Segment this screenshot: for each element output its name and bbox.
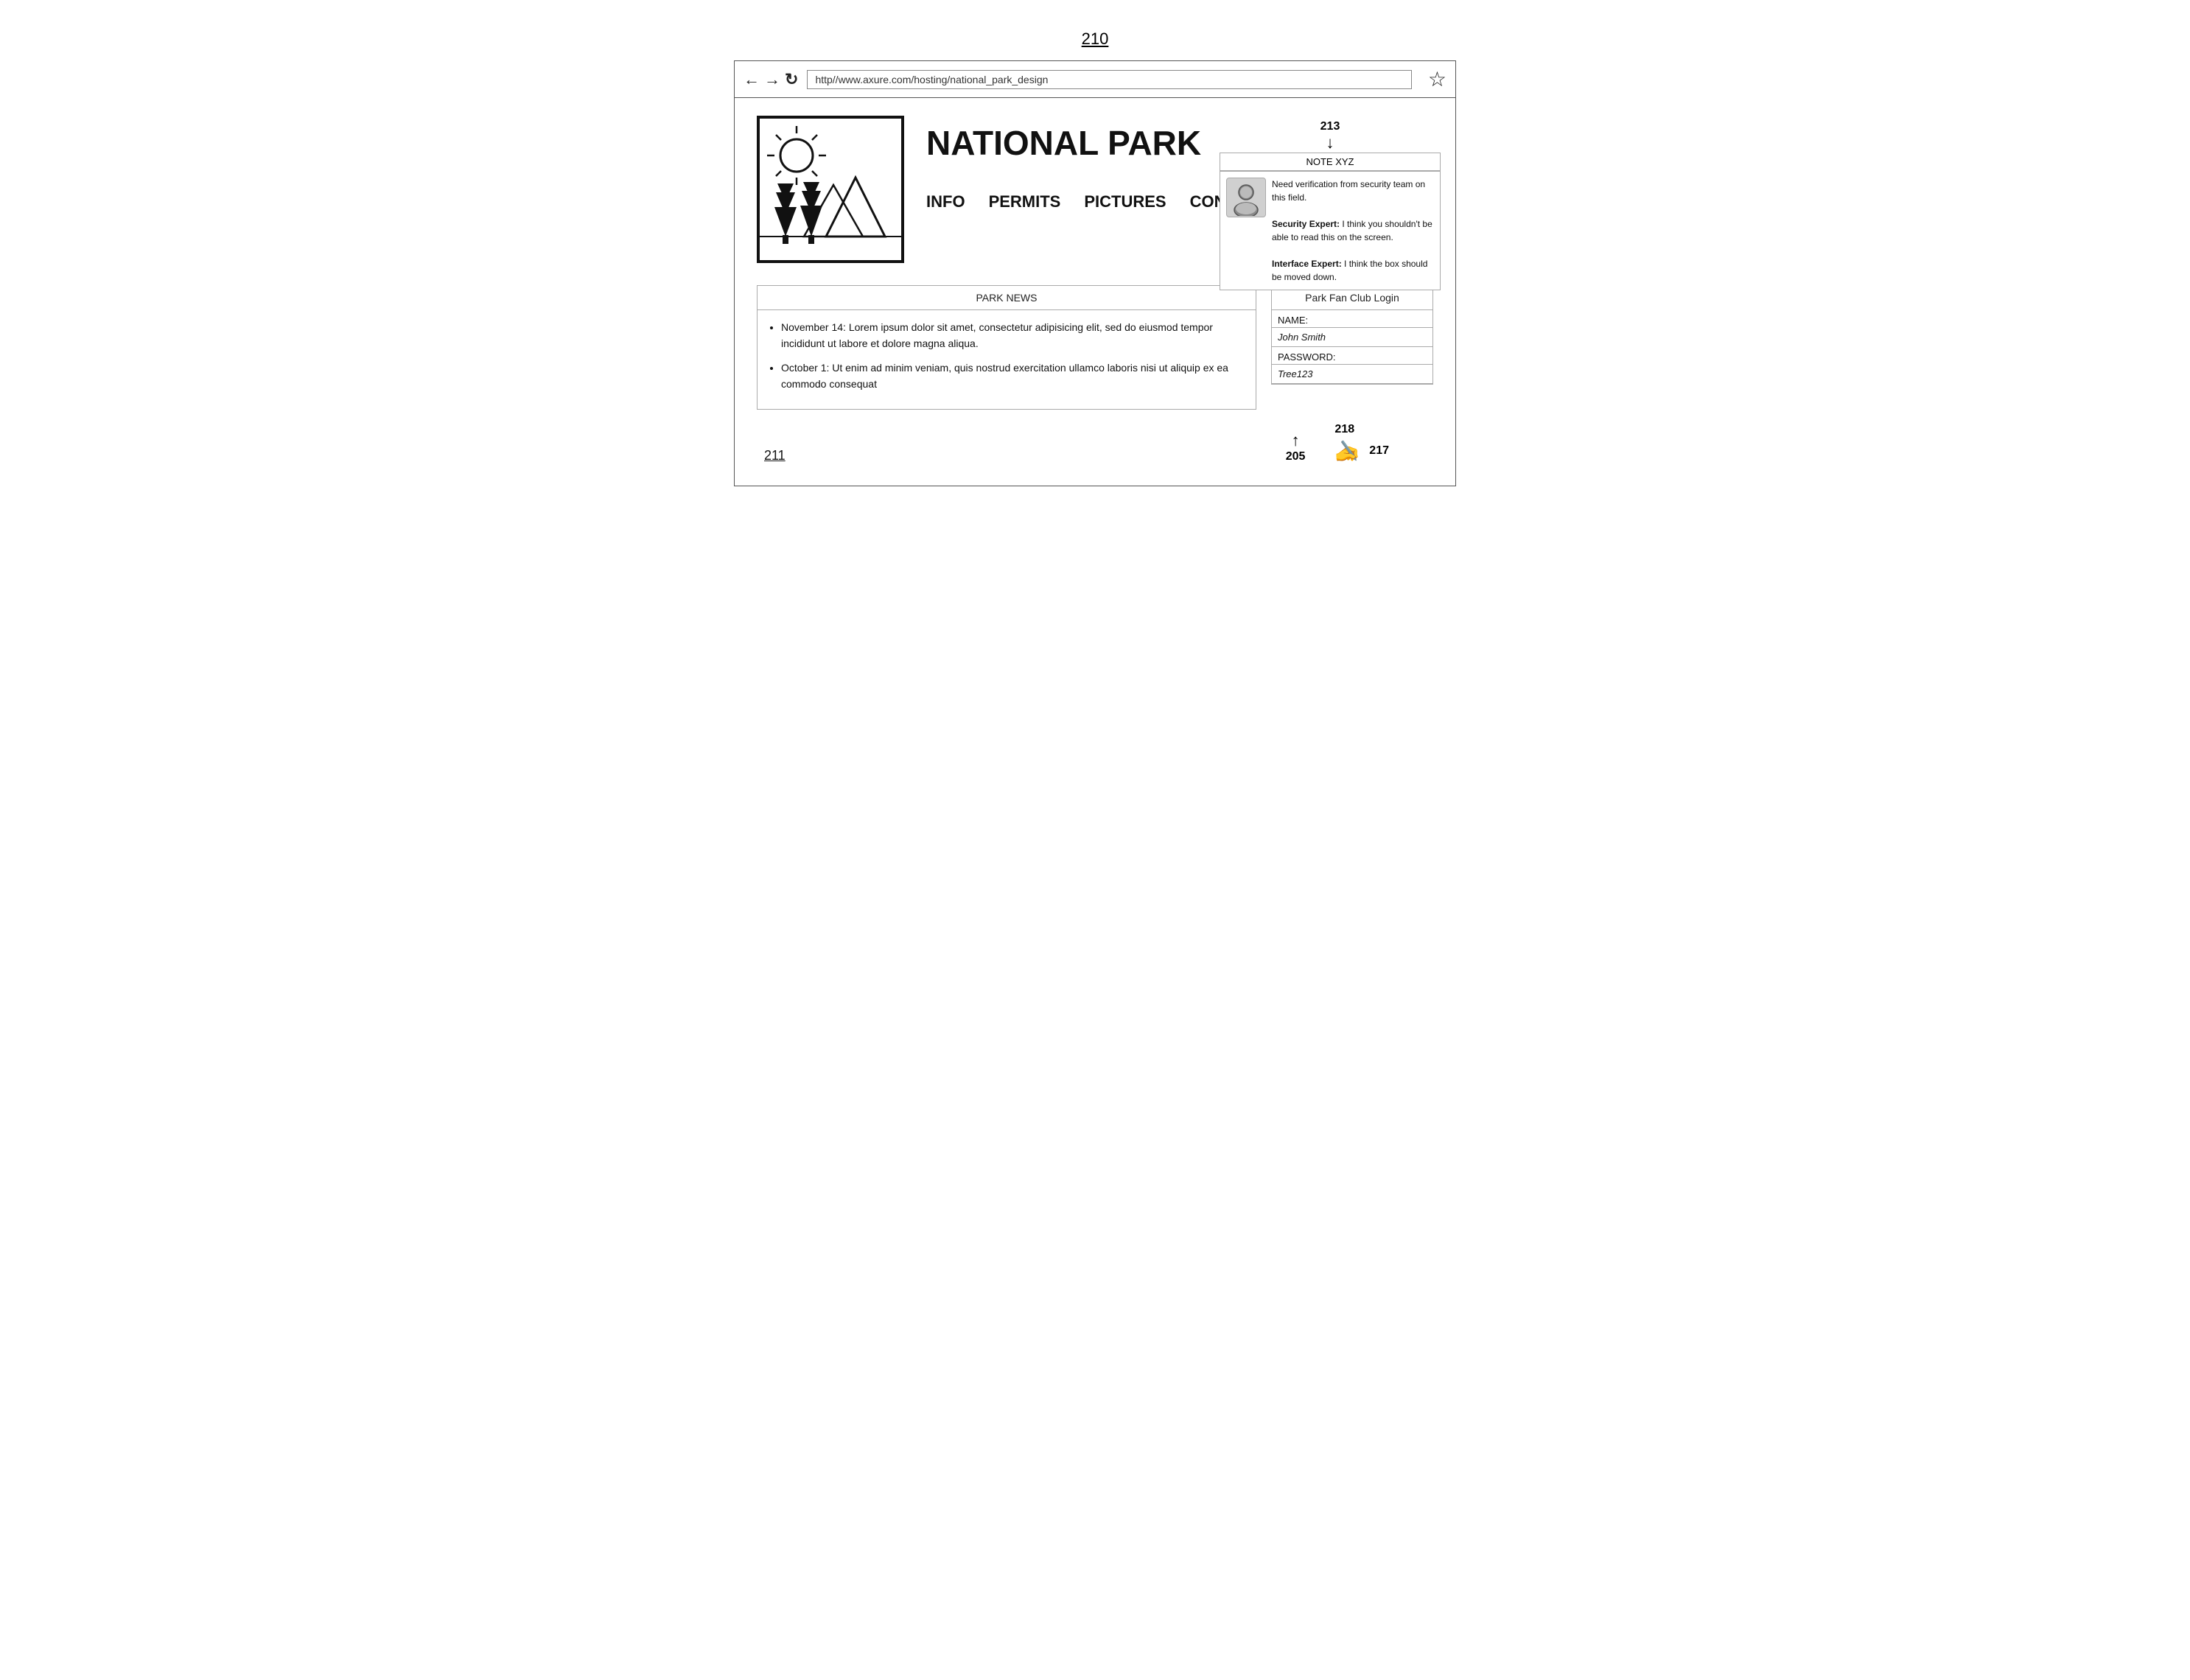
browser-bar: ← → ↻ ☆ bbox=[735, 61, 1455, 98]
note-label: NOTE XYZ bbox=[1220, 153, 1441, 171]
arrow-217-label: 217 bbox=[1369, 444, 1389, 458]
hand-icon-217: ✍ bbox=[1334, 439, 1360, 463]
back-button[interactable]: ← bbox=[744, 70, 760, 89]
arrow-218-label: 218 bbox=[1334, 423, 1354, 436]
note-callout: 213 ↓ NOTE XYZ Need verification from se… bbox=[1220, 120, 1441, 290]
news-header: PARK NEWS bbox=[758, 286, 1256, 310]
news-list: November 14: Lorem ipsum dolor sit amet,… bbox=[758, 310, 1256, 409]
news-item-1: November 14: Lorem ipsum dolor sit amet,… bbox=[781, 319, 1244, 352]
note-number: 213 bbox=[1220, 120, 1441, 133]
nav-item-permits[interactable]: PERMITS bbox=[989, 192, 1061, 211]
forward-button[interactable]: → bbox=[764, 70, 780, 89]
news-box: PARK NEWS November 14: Lorem ipsum dolor… bbox=[757, 285, 1256, 410]
note-text: Need verification from security team on … bbox=[1272, 178, 1434, 284]
address-bar[interactable] bbox=[807, 70, 1411, 89]
name-value[interactable]: John Smith bbox=[1272, 328, 1432, 347]
annotations-row: 211 ↑ 205 218 ✍ 217 bbox=[757, 423, 1433, 463]
annotation-217-218: 218 ✍ 217 bbox=[1334, 423, 1389, 463]
nav-item-pictures[interactable]: PICTURES bbox=[1084, 192, 1166, 211]
note-arrow-down-icon: ↓ bbox=[1220, 135, 1441, 151]
note-avatar bbox=[1226, 178, 1266, 217]
arrow-up-205-icon: ↑ bbox=[1292, 431, 1300, 450]
page-label: 210 bbox=[1082, 29, 1109, 49]
park-image bbox=[757, 116, 904, 263]
note-box: Need verification from security team on … bbox=[1220, 171, 1441, 290]
browser-window: ← → ↻ ☆ 213 ↓ NOTE XYZ bbox=[734, 60, 1456, 486]
password-value[interactable]: Tree123 bbox=[1272, 365, 1432, 384]
password-label: PASSWORD: bbox=[1272, 347, 1432, 365]
name-label: NAME: bbox=[1272, 310, 1432, 328]
nav-icons: ← → ↻ bbox=[744, 70, 798, 89]
star-icon[interactable]: ☆ bbox=[1428, 67, 1446, 91]
annotation-205: ↑ 205 bbox=[1286, 431, 1306, 463]
body-row: PARK NEWS November 14: Lorem ipsum dolor… bbox=[757, 285, 1433, 410]
login-box: Park Fan Club Login NAME: John Smith PAS… bbox=[1271, 285, 1433, 385]
nav-item-info[interactable]: INFO bbox=[926, 192, 965, 211]
main-content: 213 ↓ NOTE XYZ Need verification from se… bbox=[735, 98, 1455, 486]
bottom-link[interactable]: 211 bbox=[764, 448, 786, 463]
news-item-2: October 1: Ut enim ad minim veniam, quis… bbox=[781, 360, 1244, 393]
arrow-205-label: 205 bbox=[1286, 450, 1306, 463]
refresh-button[interactable]: ↻ bbox=[785, 70, 798, 89]
